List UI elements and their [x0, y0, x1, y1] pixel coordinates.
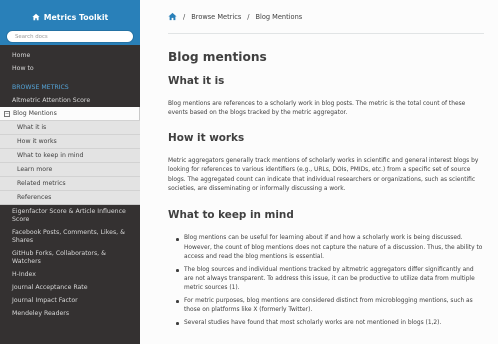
sidebar-nav: Home How to BROWSE METRICS Altmetric Att… [0, 45, 140, 320]
list-item: Blog mentions can be useful for learning… [176, 234, 484, 262]
section-text-what-it-is: Blog mentions are references to a schola… [168, 101, 466, 117]
collapse-toggle-icon[interactable]: − [4, 110, 10, 117]
search-input[interactable] [15, 31, 133, 42]
site-title-link[interactable]: Metrics Toolkit [32, 12, 109, 23]
breadcrumb: / Browse Metrics / Blog Mentions [168, 0, 484, 34]
list-item: Several studies have found that most sch… [176, 319, 484, 328]
nav-subitem-how-it-works[interactable]: How it works [0, 134, 140, 148]
breadcrumb-separator: / [247, 12, 250, 21]
nav-item-eigenfactor[interactable]: Eigenfactor Score & Article Influence Sc… [0, 205, 140, 226]
list-item: For metric purposes, blog mentions are c… [176, 297, 484, 316]
nav-item-altmetric[interactable]: Altmetric Attention Score [0, 94, 140, 107]
nav-subitem-related-metrics[interactable]: Related metrics [0, 176, 140, 190]
nav-subitem-learn-more[interactable]: Learn more [0, 162, 140, 176]
main-content: / Browse Metrics / Blog Mentions Blog me… [140, 0, 498, 344]
nav-item-mendeley[interactable]: Mendeley Readers [0, 307, 140, 320]
breadcrumb-current: Blog Mentions [255, 12, 303, 21]
nav-subitem-references[interactable]: References [0, 190, 140, 205]
sidebar: Metrics Toolkit Home How to BROWSE METRI… [0, 0, 140, 344]
nav-item-blog-mentions[interactable]: − Blog Mentions [0, 107, 140, 120]
section-text-how-it-works: Metric aggregators generally track menti… [168, 157, 479, 193]
nav-item-h-index[interactable]: H-Index [0, 268, 140, 281]
section-heading-what-it-is: What it is [168, 75, 225, 87]
nav-item-facebook[interactable]: Facebook Posts, Comments, Likes, & Share… [0, 226, 140, 247]
home-icon[interactable] [168, 12, 177, 21]
keep-in-mind-list: Blog mentions can be useful for learning… [168, 234, 484, 328]
home-icon [32, 13, 40, 21]
breadcrumb-browse-metrics[interactable]: Browse Metrics [191, 13, 241, 21]
list-item: The blog sources and individual mentions… [176, 266, 484, 294]
sidebar-brand: Metrics Toolkit [0, 0, 140, 45]
nav-item-acceptance-rate[interactable]: Journal Acceptance Rate [0, 281, 140, 294]
nav-item-impact-factor[interactable]: Journal Impact Factor [0, 294, 140, 307]
section-heading-keep-in-mind: What to keep in mind [168, 209, 294, 222]
nav-subitem-keep-in-mind[interactable]: What to keep in mind [0, 148, 140, 162]
search-box[interactable] [6, 30, 134, 43]
section-heading-how-it-works: How it works [168, 131, 245, 144]
nav-current-label: Blog Mentions [13, 110, 57, 117]
nav-item-how-to[interactable]: How to [0, 62, 140, 75]
nav-item-home[interactable]: Home [0, 49, 140, 62]
nav-item-github[interactable]: GitHub Forks, Collaborators, & Watchers [0, 247, 140, 268]
site-title: Metrics Toolkit [43, 12, 109, 22]
breadcrumb-separator: / [183, 12, 186, 21]
page-title: Blog mentions [168, 50, 267, 64]
nav-subitem-what-it-is[interactable]: What it is [0, 120, 140, 134]
nav-caption: BROWSE METRICS [12, 84, 69, 91]
